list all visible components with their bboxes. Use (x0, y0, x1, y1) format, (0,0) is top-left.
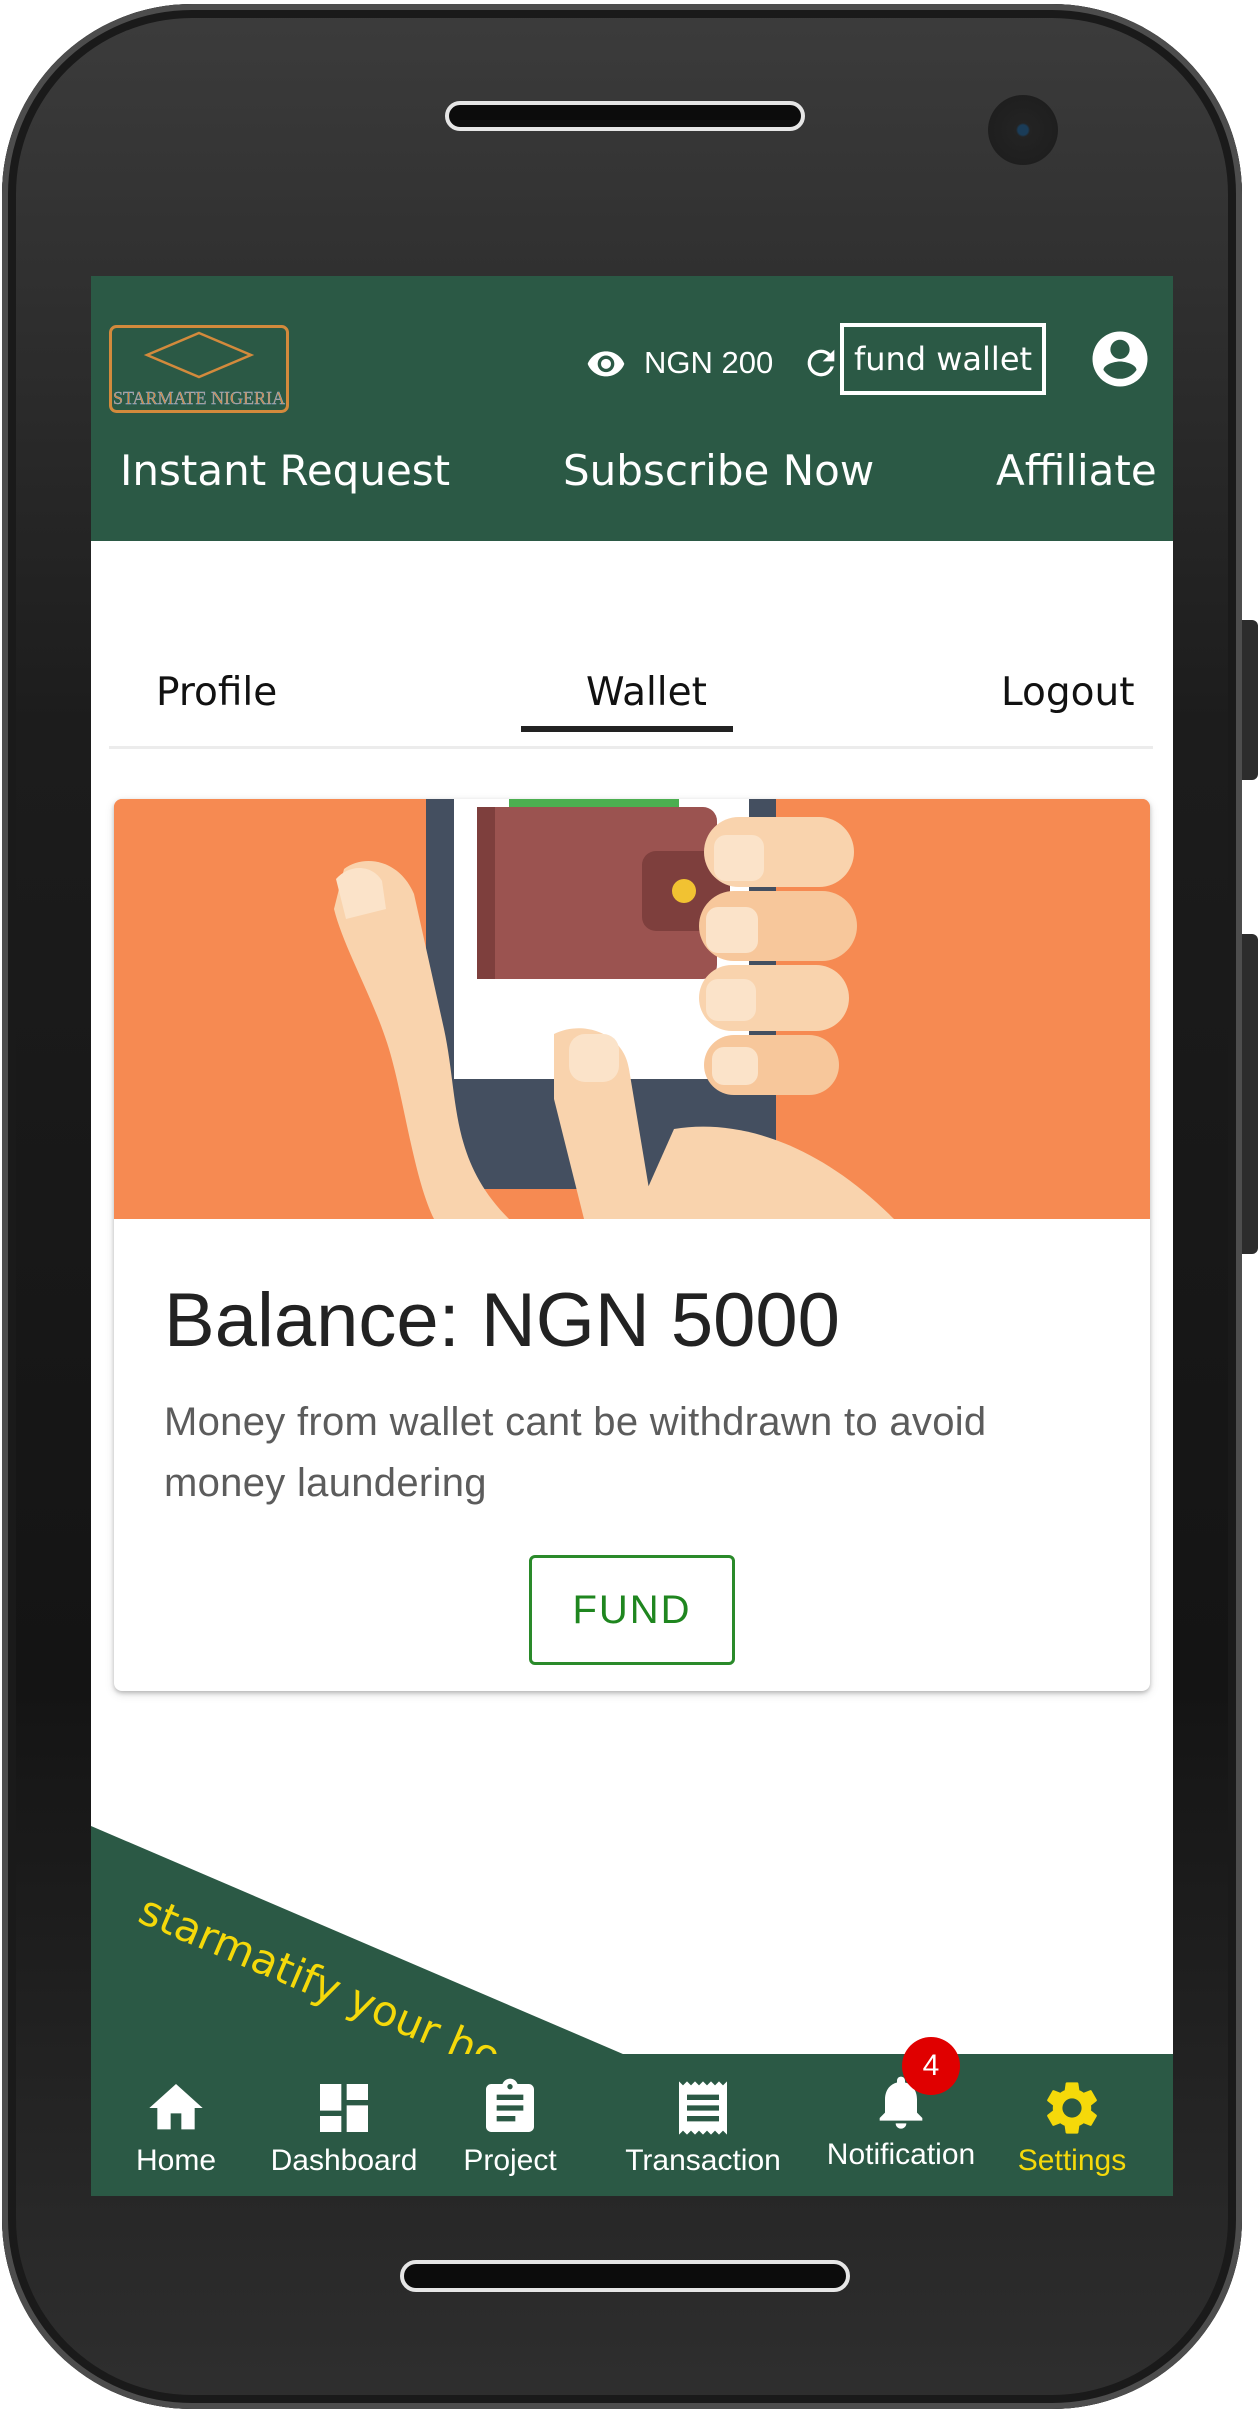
earpiece-speaker (445, 101, 805, 131)
tab-profile[interactable]: Profile (156, 670, 277, 715)
bottom-nav-label: Notification (826, 2138, 976, 2171)
bottom-nav-label: Project (463, 2144, 557, 2177)
nav-link-subscribe-now[interactable]: Subscribe Now (563, 446, 874, 495)
home-bar (400, 2260, 850, 2292)
bottom-nav-label: Settings (1017, 2144, 1127, 2177)
logo-text: STARMATE NIGERIA (113, 388, 285, 408)
power-button (1242, 934, 1258, 1254)
active-tab-indicator (521, 726, 733, 732)
wallet-card: Balance: NGN 5000 Money from wallet cant… (114, 799, 1150, 1691)
tab-logout[interactable]: Logout (1001, 670, 1135, 715)
bottom-nav-notification[interactable]: Notification (816, 2054, 986, 2196)
wallet-balance-title: Balance: NGN 5000 (164, 1278, 840, 1363)
wallet-notice-text: Money from wallet cant be withdrawn to a… (164, 1400, 987, 1505)
nav-link-affiliate[interactable]: Affiliate (996, 446, 1157, 495)
app-screen: STARMATE NIGERIA NGN 200 fund wallet Ins… (91, 276, 1173, 2196)
clipboard-icon (486, 2078, 534, 2132)
bottom-nav-home[interactable]: Home (121, 2054, 231, 2196)
bottom-nav-label: Home (135, 2144, 217, 2177)
dashboard-icon (320, 2084, 368, 2132)
hand-phone-wallet-image (114, 799, 1150, 1219)
starmate-logo[interactable]: STARMATE NIGERIA (109, 325, 289, 413)
account-circle-icon[interactable] (1087, 326, 1153, 392)
volume-button (1242, 620, 1258, 780)
fund-button[interactable]: FUND (529, 1555, 735, 1665)
gear-icon (1047, 2082, 1097, 2134)
bottom-nav-project[interactable]: Project (455, 2054, 565, 2196)
phone-frame: STARMATE NIGERIA NGN 200 fund wallet Ins… (2, 4, 1258, 2409)
bottom-nav-settings[interactable]: Settings (1012, 2054, 1132, 2196)
eye-icon[interactable] (586, 343, 626, 383)
bottom-nav-label: Transaction (625, 2144, 781, 2177)
fund-wallet-button[interactable]: fund wallet (840, 323, 1046, 395)
tab-wallet[interactable]: Wallet (586, 670, 707, 715)
header-balance: NGN 200 (586, 338, 841, 388)
bottom-nav-dashboard[interactable]: Dashboard (259, 2054, 429, 2196)
header-balance-text: NGN 200 (644, 345, 774, 380)
home-icon (149, 2084, 203, 2130)
app-header: STARMATE NIGERIA NGN 200 fund wallet Ins… (91, 276, 1173, 541)
bottom-nav-label: Dashboard (270, 2144, 418, 2177)
front-camera (988, 95, 1058, 165)
nav-link-instant-request[interactable]: Instant Request (120, 446, 450, 495)
bottom-nav: Home Dashboard Project Transaction Notif… (91, 2037, 1173, 2196)
account-tabs: Profile Wallet Logout (109, 646, 1153, 749)
wallet-illustration (114, 799, 1150, 1219)
notification-count-badge: 4 (902, 2037, 960, 2095)
refresh-icon[interactable] (801, 343, 841, 383)
receipt-icon (679, 2081, 727, 2135)
header-nav: Instant Request Subscribe Now Affiliate (91, 446, 1173, 516)
bottom-nav-transaction[interactable]: Transaction (603, 2054, 803, 2196)
